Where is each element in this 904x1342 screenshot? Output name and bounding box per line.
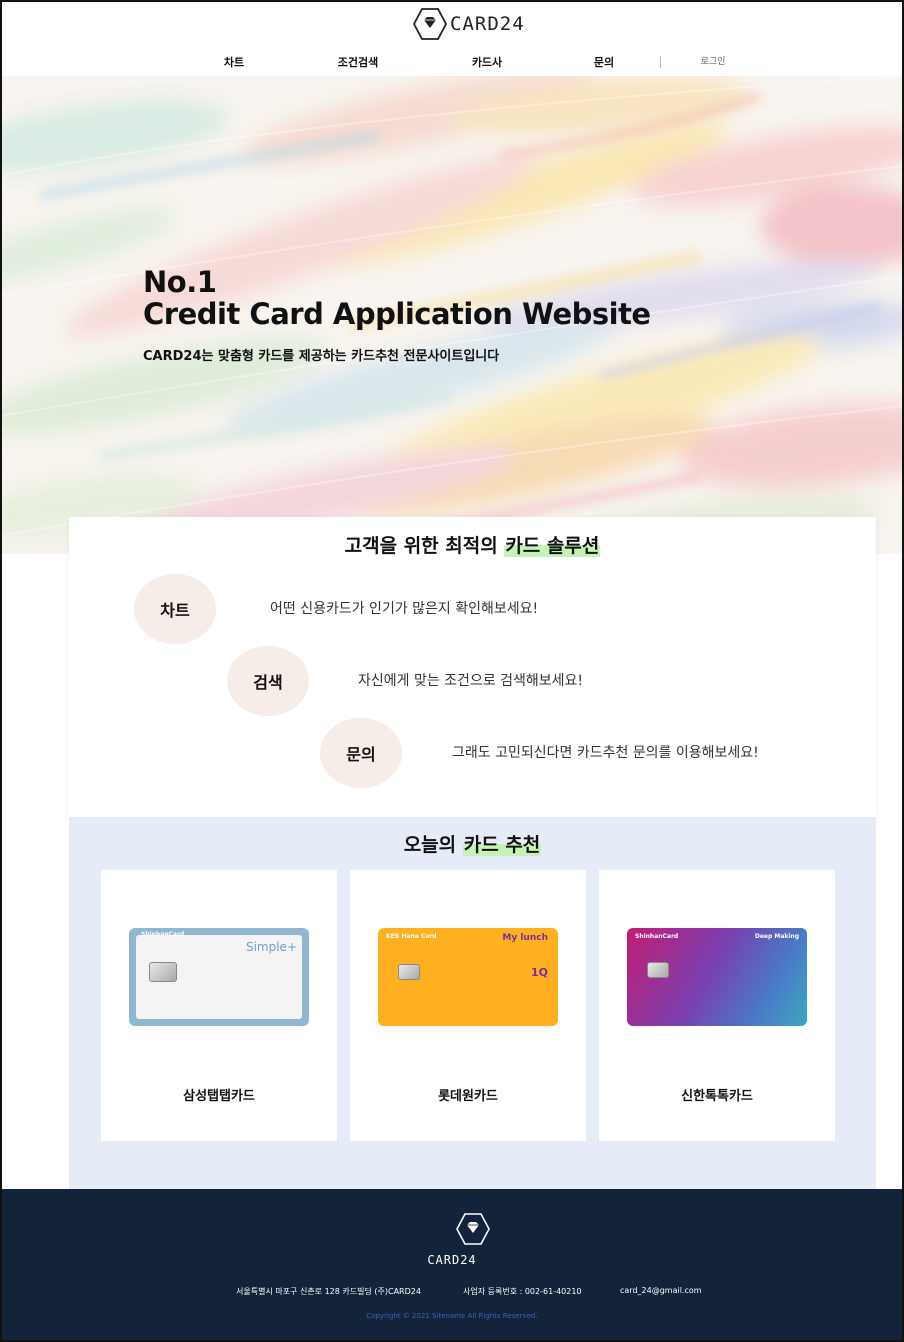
card-product-text: Deep Making: [754, 933, 799, 940]
hero-title-line2: Credit Card Application Website: [143, 297, 651, 331]
footer-copyright: Copyright © 2021 Sitename All Rights Res…: [366, 1312, 538, 1320]
card-name: 신한톡톡카드: [681, 1089, 753, 1104]
card-image: KEB Hana Card My lunch 1Q: [378, 928, 558, 1026]
card-image: ShinhanCard Simple+: [129, 928, 309, 1026]
brand-logo[interactable]: CARD24: [412, 6, 525, 42]
footer-email[interactable]: card_24@gmail.com: [620, 1286, 702, 1295]
card-tile[interactable]: ShinhanCard Deep Making 신한톡톡카드: [599, 870, 835, 1141]
nav-divider: [660, 56, 661, 68]
hero-title-line1: No.1: [143, 265, 217, 299]
login-link[interactable]: 로그인: [701, 54, 726, 67]
nav-item-inquiry[interactable]: 문의: [594, 54, 614, 70]
hero-subtitle: CARD24는 맞춤형 카드를 제공하는 카드추천 전문사이트입니다: [143, 349, 500, 364]
card-issuer-text: ShinhanCard: [141, 931, 185, 938]
card-chip: [398, 964, 420, 980]
solutions-section: 고객을 위한 최적의 카드 솔루션 차트 어떤 신용카드가 인기가 많은지 확인…: [69, 517, 876, 817]
feature-desc-search: 자신에게 맞는 조건으로 검색해보세요!: [358, 673, 584, 689]
solutions-title-prefix: 고객을 위한 최적의: [344, 535, 505, 557]
card-tile[interactable]: KEB Hana Card My lunch 1Q 롯데원카드: [350, 870, 586, 1141]
recommend-title-prefix: 오늘의: [403, 834, 463, 856]
card-name: 롯데원카드: [438, 1089, 498, 1104]
nav-item-chart[interactable]: 차트: [224, 54, 244, 70]
card-chip: [647, 962, 669, 978]
card-product-text: My lunch: [502, 933, 548, 943]
feature-bubble-chart[interactable]: 차트: [134, 574, 216, 644]
feature-desc-chart: 어떤 신용카드가 인기가 많은지 확인해보세요!: [270, 601, 539, 617]
card-name: 삼성탭탭카드: [183, 1089, 255, 1104]
feature-bubble-search[interactable]: 검색: [227, 646, 309, 716]
card-product-badge: 1Q: [530, 966, 548, 979]
nav-item-card-company[interactable]: 카드사: [472, 54, 502, 70]
feature-bubble-inquiry[interactable]: 문의: [320, 718, 402, 788]
footer-brand: CARD24: [427, 1253, 477, 1267]
diamond-logo-icon: [412, 8, 448, 40]
nav-item-search[interactable]: 조건검색: [338, 54, 378, 70]
recommend-title: 오늘의 카드 추천: [69, 830, 876, 857]
recommend-section: 오늘의 카드 추천 ShinhanCard Simple+ 삼성탭탭카드 KEB…: [69, 817, 876, 1189]
hero-banner: No.1 Credit Card Application Website CAR…: [0, 76, 904, 554]
solutions-title-highlight: 카드 솔루션: [504, 535, 601, 557]
footer-address: 서울특별시 마포구 신촌로 128 카드빌딩 (주)CARD24: [236, 1287, 421, 1296]
card-product-text: Simple+: [245, 940, 297, 954]
hero-title: No.1 Credit Card Application Website: [143, 266, 651, 330]
card-chip: [149, 962, 177, 982]
recommend-title-highlight: 카드 추천: [462, 834, 542, 856]
brand-name: CARD24: [450, 13, 525, 35]
main-nav: 차트 조건검색 카드사 문의 로그인: [0, 54, 904, 70]
diamond-logo-icon: [456, 1213, 490, 1245]
site-footer: CARD24 서울특별시 마포구 신촌로 128 카드빌딩 (주)CARD24 …: [0, 1189, 904, 1342]
feature-desc-inquiry: 그래도 고민되신다면 카드추천 문의를 이용해보세요!: [452, 745, 759, 761]
solutions-title: 고객을 위한 최적의 카드 솔루션: [69, 531, 876, 558]
card-issuer-text: ShinhanCard: [635, 933, 679, 940]
site-header: CARD24 차트 조건검색 카드사 문의 로그인: [0, 0, 904, 76]
card-issuer-text: KEB Hana Card: [386, 933, 437, 940]
card-image: ShinhanCard Deep Making: [627, 928, 807, 1026]
card-tile[interactable]: ShinhanCard Simple+ 삼성탭탭카드: [101, 870, 337, 1141]
footer-business-no: 사업자 등록번호 : 002-61-40210: [463, 1287, 582, 1296]
